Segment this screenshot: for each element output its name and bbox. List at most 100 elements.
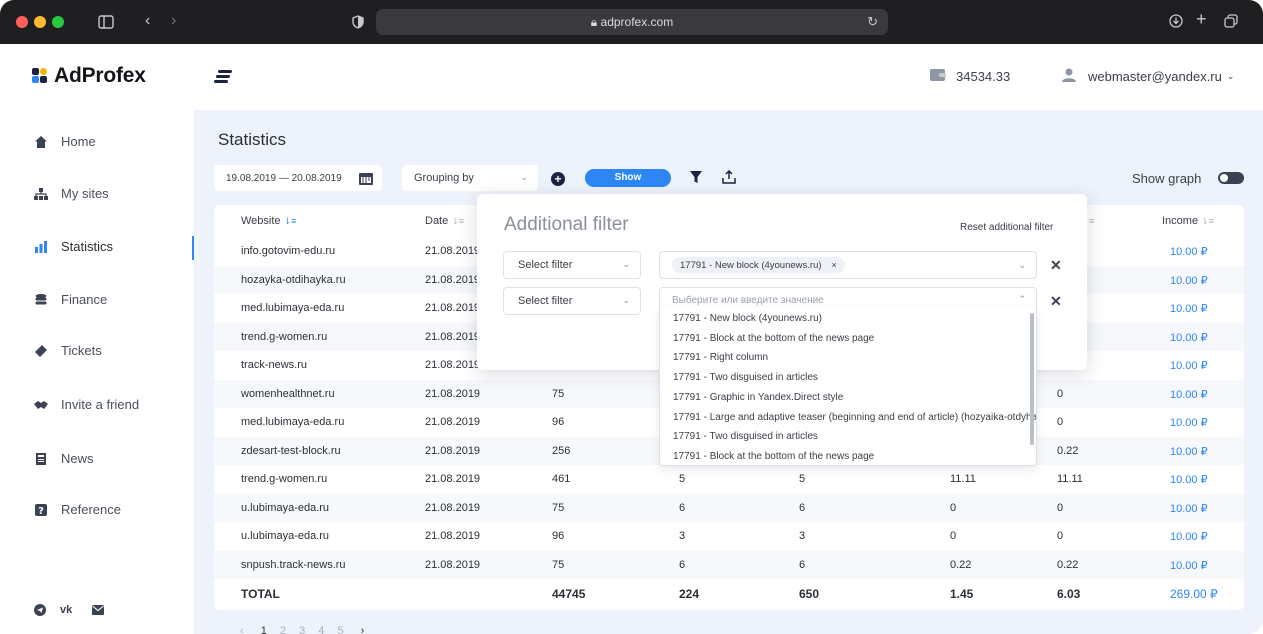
coins-icon	[34, 293, 48, 307]
income-cell: 10.00 ₽	[1170, 502, 1208, 515]
logo-mark-icon	[32, 68, 48, 84]
filter-icon[interactable]	[690, 171, 702, 189]
column-header-hidden-sort[interactable]: ≡	[1086, 215, 1094, 227]
reload-icon[interactable]: ↻	[867, 14, 878, 30]
back-icon[interactable]: ‹	[145, 13, 150, 29]
sidebar-item-tickets[interactable]: Tickets	[34, 343, 102, 358]
sidebar-item-statistics[interactable]: Statistics	[34, 239, 113, 254]
table-cell: 0	[1057, 530, 1064, 542]
dropdown-option[interactable]: 17791 - Right column	[673, 352, 768, 363]
ticket-icon	[34, 344, 48, 358]
page-number[interactable]: 4	[318, 625, 324, 634]
website-cell: track-news.ru	[241, 359, 308, 371]
table-cell: 21.08.2019	[425, 245, 481, 257]
sort-icon: ≡	[1089, 216, 1095, 226]
income-cell: 10.00 ₽	[1170, 303, 1208, 315]
logo[interactable]: AdProfex	[32, 64, 146, 88]
website-cell: med.lubimaya-eda.ru	[241, 416, 345, 428]
remove-filter-2-icon[interactable]: ✕	[1050, 293, 1062, 310]
page-number[interactable]: 2	[280, 625, 286, 634]
table-cell: 21.08.2019	[425, 273, 481, 286]
table-cell: 0	[1057, 416, 1064, 428]
user-icon	[1062, 68, 1076, 85]
sidebar-toggle-icon[interactable]	[98, 15, 114, 31]
address-bar[interactable]: 🔒︎ adprofex.com ↻	[376, 9, 888, 35]
sidebar-item-reference[interactable]: ? Reference	[34, 502, 121, 517]
minimize-window-button[interactable]	[34, 16, 46, 28]
filter-value-select-2[interactable]: Выберите или введите значение ⌃	[659, 287, 1037, 308]
total-cell: 224	[679, 587, 700, 601]
dropdown-option[interactable]: 17791 - Two disguised in articles	[673, 431, 818, 442]
table-cell: 6	[679, 558, 686, 571]
total-cell: 650	[799, 587, 820, 601]
filter-type-select-1[interactable]: Select filter ⌄	[503, 251, 641, 279]
dropdown-option[interactable]: 17791 - Block at the bottom of the news …	[673, 333, 874, 344]
total-income: 269.00 ₽	[1170, 587, 1218, 601]
table-cell: 75	[552, 558, 565, 571]
dropdown-option[interactable]: 17791 - Two disguised in articles	[673, 372, 818, 383]
table-cell: 0	[1057, 501, 1064, 514]
sitemap-icon	[34, 187, 48, 201]
sidebar-item-my-sites[interactable]: My sites	[34, 186, 109, 201]
sidebar-item-finance[interactable]: Finance	[34, 292, 107, 307]
dropdown-option[interactable]: 17791 - New block (4younews.ru)	[673, 313, 822, 324]
show-button[interactable]: Show	[585, 169, 671, 187]
tabs-overview-icon[interactable]	[1224, 14, 1238, 30]
filter-value-input[interactable]: Выберите или введите значение	[672, 295, 824, 306]
export-icon[interactable]	[722, 169, 736, 189]
forward-icon[interactable]: ›	[171, 13, 176, 29]
column-header-date[interactable]: Date ⇂≡	[425, 215, 464, 227]
telegram-icon[interactable]	[34, 604, 46, 619]
sort-icon: ⇂≡	[283, 216, 297, 226]
dropdown-option[interactable]: 17791 - Graphic in Yandex.Direct style	[673, 392, 843, 403]
menu-toggle-icon[interactable]	[214, 70, 232, 84]
remove-chip-icon[interactable]: ×	[832, 260, 837, 270]
mail-icon[interactable]	[92, 604, 104, 618]
svg-text:?: ?	[38, 506, 44, 517]
dropdown-option[interactable]: 17791 - Large and adaptive teaser (begin…	[673, 412, 1036, 423]
add-grouping-button[interactable]: +	[551, 172, 565, 186]
next-page-icon[interactable]: ›	[361, 625, 365, 634]
show-graph-toggle[interactable]	[1218, 172, 1244, 184]
table-cell: 11.11	[950, 473, 976, 485]
vk-icon[interactable]: vk	[60, 604, 72, 616]
total-cell: 1.45	[950, 587, 974, 601]
new-tab-icon[interactable]: +	[1196, 10, 1207, 28]
column-header-website[interactable]: Website ⇂≡	[241, 215, 296, 227]
reset-additional-filter-link[interactable]: Reset additional filter	[960, 222, 1053, 233]
close-window-button[interactable]	[16, 16, 28, 28]
column-header-income[interactable]: Income ⇂≡	[1162, 215, 1214, 227]
page-number[interactable]: 5	[337, 625, 343, 634]
sort-icon: ⇂≡	[451, 216, 465, 226]
dropdown-scrollbar[interactable]	[1030, 313, 1034, 445]
user-menu[interactable]: webmaster@yandex.ru ⌄	[1062, 68, 1234, 85]
header-label: Website	[241, 215, 281, 227]
shield-icon[interactable]	[352, 15, 364, 31]
chevron-down-icon: ⌄	[1226, 71, 1235, 81]
sidebar-item-label: Statistics	[61, 239, 114, 254]
chevron-down-icon: ⌄	[622, 259, 630, 269]
grouping-label: Grouping by	[414, 172, 474, 184]
table-cell: 75	[552, 501, 565, 514]
table-cell: 21.08.2019	[425, 359, 481, 371]
table-cell: 6	[799, 558, 806, 571]
filter-type-select-2[interactable]: Select filter ⌄	[503, 287, 641, 315]
sidebar-item-invite-a-friend[interactable]: Invite a friend	[34, 397, 139, 412]
page-number[interactable]: 1	[261, 625, 267, 634]
maximize-window-button[interactable]	[52, 16, 64, 28]
balance[interactable]: 34534.33	[930, 68, 1010, 85]
grouping-select[interactable]: Grouping by ⌄	[402, 165, 538, 191]
dropdown-option[interactable]: 17791 - Block at the bottom of the news …	[673, 451, 874, 462]
download-icon[interactable]	[1169, 14, 1183, 30]
sidebar-item-label: Invite a friend	[61, 397, 140, 412]
income-cell: 10.00 ₽	[1170, 274, 1208, 287]
page-number[interactable]: 3	[299, 625, 305, 634]
remove-filter-1-icon[interactable]: ✕	[1050, 257, 1062, 274]
date-range-picker[interactable]: 19.08.2019 — 20.08.2019	[214, 165, 382, 191]
prev-page-icon[interactable]: ‹	[240, 625, 244, 634]
sidebar-item-home[interactable]: Home	[34, 134, 96, 149]
sidebar-item-news[interactable]: News	[34, 451, 94, 466]
filter-value-select-1[interactable]: 17791 - New block (4younews.ru) × ⌄	[659, 251, 1037, 279]
website-cell: trend.g-women.ru	[241, 473, 328, 485]
pagination: ‹ 1 2 3 4 5 ›	[240, 625, 364, 634]
